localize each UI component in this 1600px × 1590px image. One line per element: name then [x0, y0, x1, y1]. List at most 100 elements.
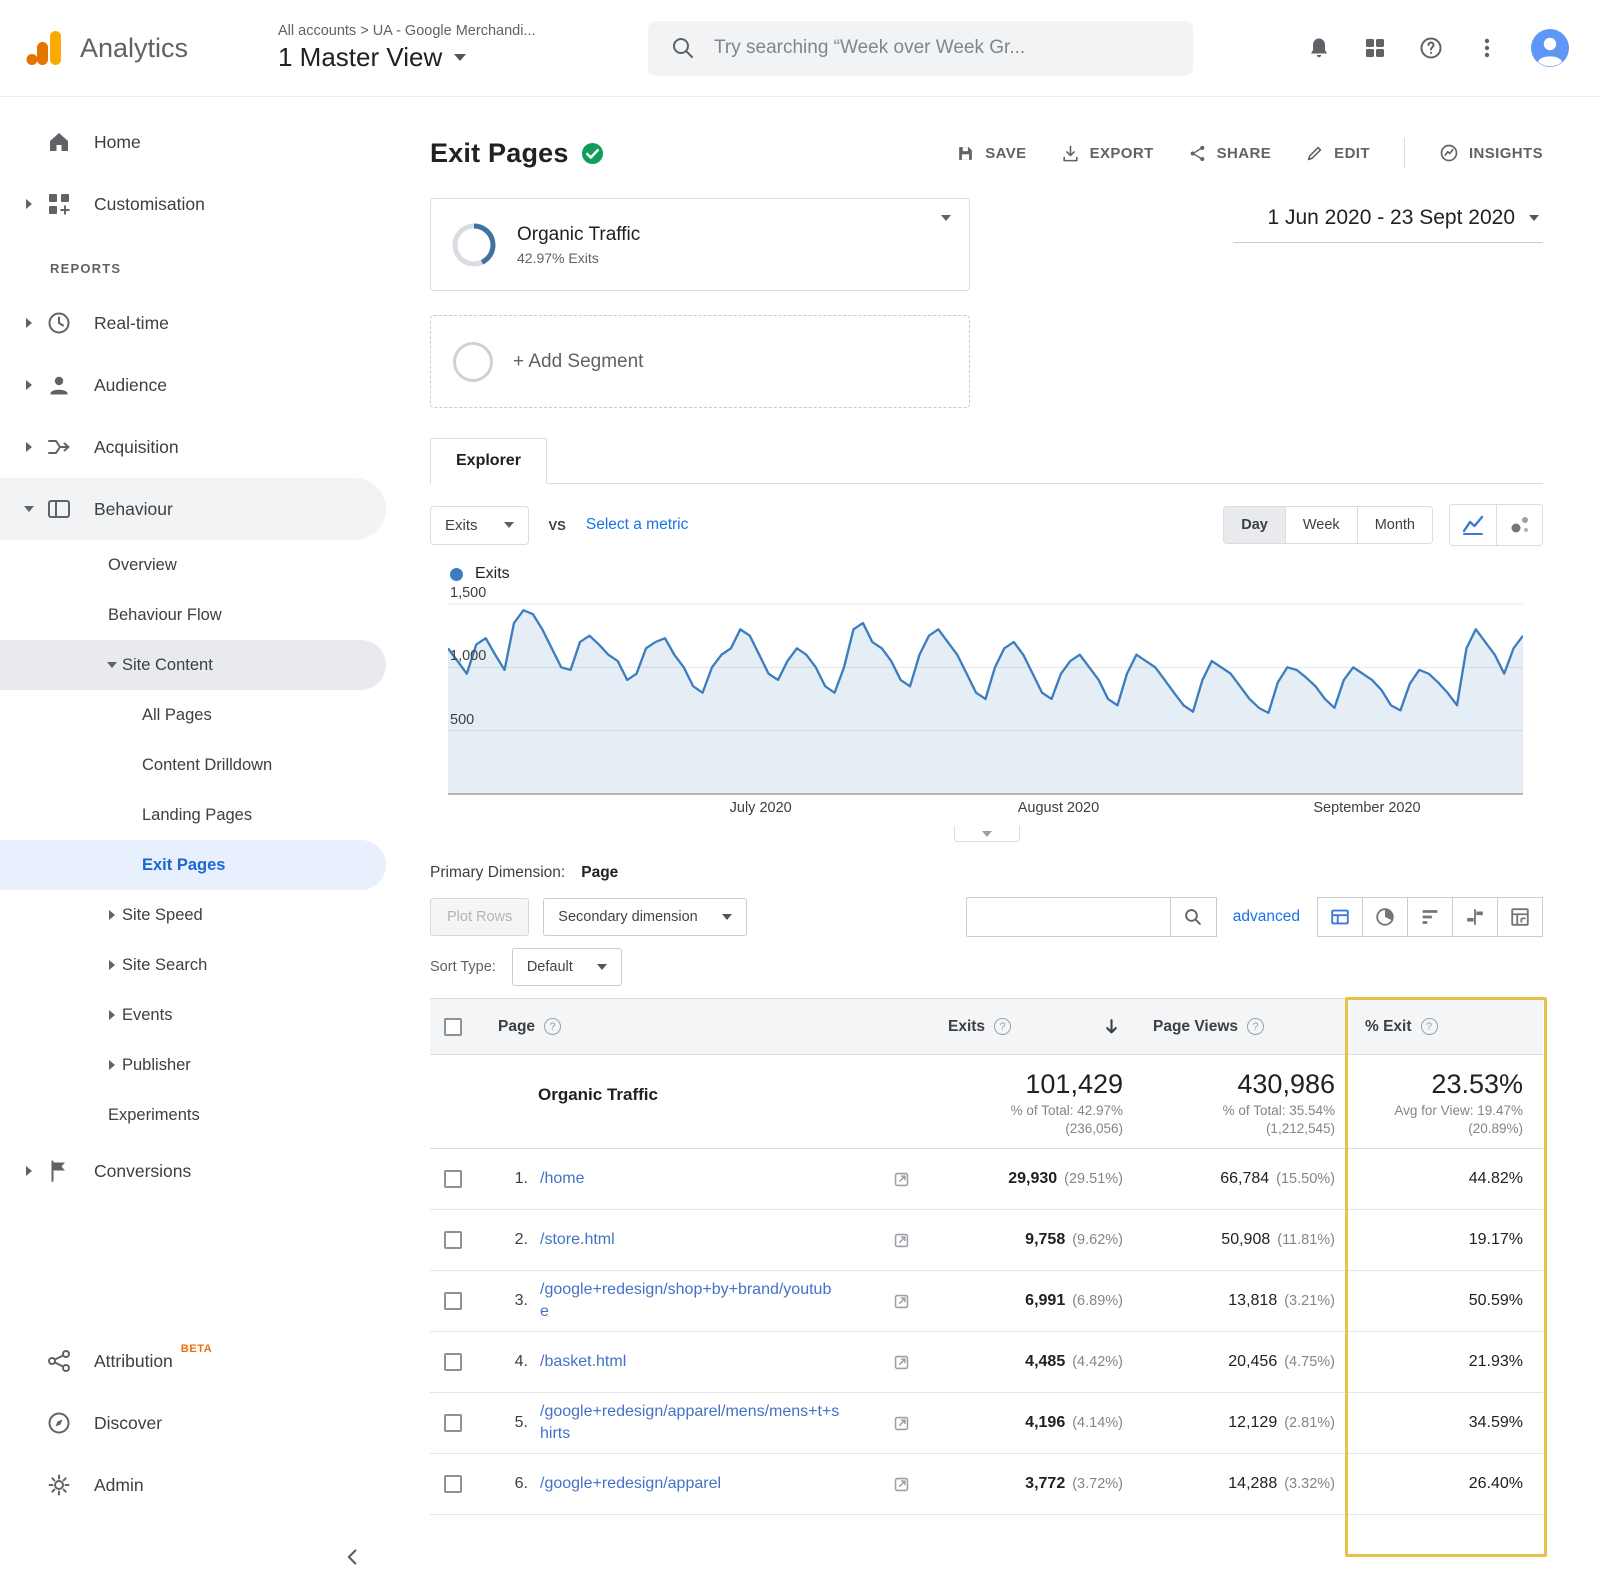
sidebar-item-behaviour[interactable]: Behaviour — [0, 478, 386, 540]
open-in-new-icon[interactable] — [893, 1232, 926, 1249]
row-checkbox[interactable] — [444, 1414, 462, 1432]
open-in-new-icon[interactable] — [893, 1293, 926, 1310]
plot-rows-button[interactable]: Plot Rows — [430, 898, 529, 936]
avatar[interactable] — [1530, 28, 1570, 68]
breadcrumb[interactable]: All accounts > UA - Google Merchandi... — [278, 23, 648, 39]
sidebar-item-real-time[interactable]: Real-time — [0, 292, 386, 354]
sidebar-item-experiments[interactable]: Experiments — [0, 1090, 386, 1140]
percentage-view-icon[interactable] — [1362, 897, 1408, 937]
chevron-down-icon — [102, 662, 122, 668]
row-checkbox[interactable] — [444, 1353, 462, 1371]
row-checkbox[interactable] — [444, 1292, 462, 1310]
page-link[interactable]: /google+redesign/apparel — [540, 1473, 721, 1495]
motion-chart-icon[interactable] — [1496, 505, 1542, 545]
sidebar-collapse-button[interactable] — [342, 1546, 364, 1568]
chart-collapse-button[interactable] — [954, 826, 1020, 842]
secondary-dimension-dropdown[interactable]: Secondary dimension — [543, 898, 746, 936]
analytics-logo-icon — [22, 26, 66, 70]
page-link[interactable]: /google+redesign/shop+by+brand/youtube — [540, 1279, 840, 1322]
column-header-page-views[interactable]: Page Views ? — [1131, 1018, 1343, 1036]
line-chart-icon[interactable] — [1450, 505, 1496, 545]
summary-exits: 101,429 % of Total: 42.97% (236,056) — [926, 1069, 1131, 1136]
table-row: 2./store.html9,758(9.62%)50,908(11.81%)1… — [430, 1210, 1543, 1271]
y-axis-tick: 1,500 — [450, 585, 486, 601]
performance-view-icon[interactable] — [1407, 897, 1453, 937]
comparison-view-icon[interactable] — [1452, 897, 1498, 937]
granularity-month-button[interactable]: Month — [1357, 507, 1432, 543]
select-all-checkbox[interactable] — [444, 1018, 462, 1036]
page-link[interactable]: /store.html — [540, 1229, 615, 1251]
analytics-logo[interactable]: Analytics — [22, 26, 278, 70]
sidebar-item-audience[interactable]: Audience — [0, 354, 386, 416]
sidebar-item-home[interactable]: Home — [0, 111, 386, 173]
sidebar-item-site-speed[interactable]: Site Speed — [0, 890, 386, 940]
open-in-new-icon[interactable] — [893, 1476, 926, 1493]
select-metric-link[interactable]: Select a metric — [586, 516, 689, 534]
apps-grid-icon[interactable] — [1362, 35, 1388, 61]
page-link[interactable]: /basket.html — [540, 1351, 626, 1373]
open-in-new-icon[interactable] — [893, 1171, 926, 1188]
add-segment-button[interactable]: + Add Segment — [430, 315, 970, 408]
sidebar-item-admin[interactable]: Admin — [0, 1454, 386, 1516]
view-selector[interactable]: 1 Master View — [278, 42, 648, 73]
tab-explorer[interactable]: Explorer — [430, 438, 547, 484]
open-in-new-icon[interactable] — [893, 1354, 926, 1371]
sort-descending-icon[interactable] — [1104, 1018, 1119, 1035]
open-in-new-icon[interactable] — [893, 1415, 926, 1432]
sidebar-item-publisher[interactable]: Publisher — [0, 1040, 386, 1090]
sidebar-item-attribution[interactable]: AttributionBETA — [0, 1330, 386, 1392]
column-header-exit-pct[interactable]: % Exit ? — [1343, 1018, 1543, 1036]
granularity-week-button[interactable]: Week — [1285, 507, 1357, 543]
notifications-bell-icon[interactable] — [1306, 35, 1332, 61]
save-button[interactable]: SAVE — [956, 144, 1026, 163]
primary-dimension-page[interactable]: Page — [581, 864, 618, 882]
edit-button[interactable]: EDIT — [1305, 144, 1370, 163]
sidebar-item-conversions[interactable]: Conversions — [0, 1140, 386, 1202]
table-search-button[interactable] — [1171, 897, 1217, 937]
metric-dropdown[interactable]: Exits — [430, 506, 529, 545]
sidebar-item-label: Events — [122, 1006, 172, 1025]
chevron-right-icon — [18, 1166, 40, 1176]
sidebar-item-exit-pages[interactable]: Exit Pages — [0, 840, 386, 890]
date-range-selector[interactable]: 1 Jun 2020 - 23 Sept 2020 — [1233, 206, 1543, 243]
sidebar-item-acquisition[interactable]: Acquisition — [0, 416, 386, 478]
sidebar-item-discover[interactable]: Discover — [0, 1392, 386, 1454]
help-icon[interactable]: ? — [1421, 1018, 1438, 1035]
advanced-link[interactable]: advanced — [1233, 908, 1300, 926]
table-search-input[interactable] — [966, 897, 1171, 937]
row-checkbox[interactable] — [444, 1231, 462, 1249]
sidebar-item-site-content[interactable]: Site Content — [0, 640, 386, 690]
row-checkbox[interactable] — [444, 1170, 462, 1188]
sidebar-item-events[interactable]: Events — [0, 990, 386, 1040]
sidebar-item-customisation[interactable]: Customisation — [0, 173, 386, 235]
global-search-input[interactable]: Try searching “Week over Week Gr... — [648, 21, 1193, 76]
chevron-down-icon[interactable] — [941, 215, 951, 221]
sidebar-item-overview[interactable]: Overview — [0, 540, 386, 590]
y-axis-tick: 1,000 — [450, 648, 486, 664]
sidebar-item-all-pages[interactable]: All Pages — [0, 690, 386, 740]
row-checkbox[interactable] — [444, 1475, 462, 1493]
more-options-icon[interactable] — [1474, 35, 1500, 61]
pivot-view-icon[interactable] — [1497, 897, 1543, 937]
data-table-view-icon[interactable] — [1317, 897, 1363, 937]
sidebar-item-site-search[interactable]: Site Search — [0, 940, 386, 990]
help-icon[interactable]: ? — [544, 1018, 561, 1035]
sidebar-item-content-drilldown[interactable]: Content Drilldown — [0, 740, 386, 790]
share-button[interactable]: SHARE — [1188, 144, 1272, 163]
page-link[interactable]: /google+redesign/apparel/mens/mens+t+shi… — [540, 1401, 840, 1444]
home-icon — [46, 129, 72, 155]
help-icon[interactable] — [1418, 35, 1444, 61]
segment-card-organic-traffic[interactable]: Organic Traffic 42.97% Exits — [430, 198, 970, 291]
page-link[interactable]: /home — [540, 1168, 584, 1190]
granularity-day-button[interactable]: Day — [1224, 507, 1285, 543]
column-header-page[interactable]: Page ? — [476, 1018, 926, 1036]
x-axis-label: September 2020 — [1313, 800, 1420, 816]
sidebar-item-landing-pages[interactable]: Landing Pages — [0, 790, 386, 840]
column-header-exits[interactable]: Exits ? — [926, 1018, 1131, 1036]
help-icon[interactable]: ? — [1247, 1018, 1264, 1035]
insights-button[interactable]: INSIGHTS — [1439, 143, 1543, 163]
export-button[interactable]: EXPORT — [1061, 144, 1154, 163]
sort-type-dropdown[interactable]: Default — [512, 948, 622, 986]
sidebar-item-behaviour-flow[interactable]: Behaviour Flow — [0, 590, 386, 640]
help-icon[interactable]: ? — [994, 1018, 1011, 1035]
